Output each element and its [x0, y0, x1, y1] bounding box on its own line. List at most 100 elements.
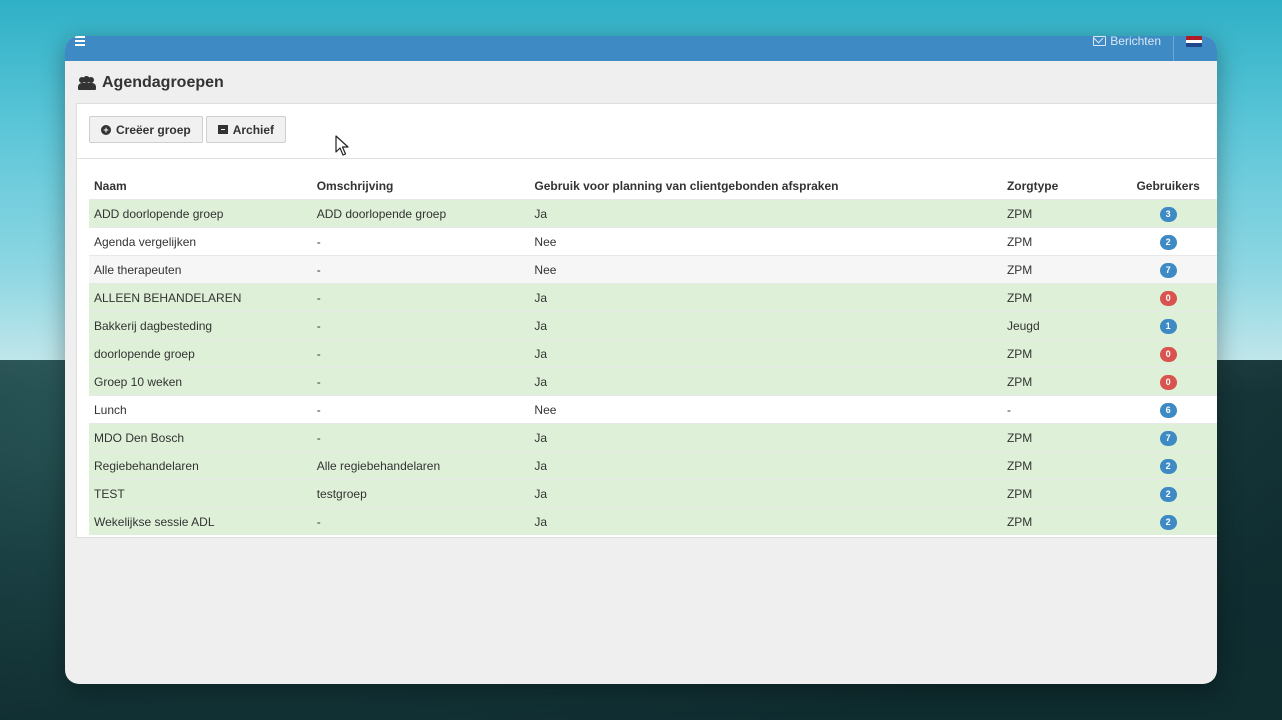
cell-gebruik: Ja	[529, 199, 1002, 228]
cell-omschrijving: Alle regiebehandelaren	[311, 451, 530, 480]
top-navbar: Berichten	[65, 36, 1217, 61]
cell-zorgtype: ZPM	[1001, 283, 1119, 312]
flag-stripe-blue	[1186, 43, 1202, 47]
cell-omschrijving: -	[311, 311, 530, 340]
users-count-badge: 7	[1159, 262, 1177, 278]
cell-gebruik: Nee	[529, 255, 1002, 284]
cell-gebruikers: 7	[1118, 255, 1217, 284]
messages-link[interactable]: Berichten	[1093, 36, 1161, 48]
menu-icon[interactable]	[75, 36, 85, 46]
cell-naam: Alle therapeuten	[89, 255, 312, 284]
cell-omschrijving: -	[311, 423, 530, 452]
cell-gebruikers: 2	[1118, 479, 1217, 508]
cell-gebruikers: 0	[1118, 339, 1217, 368]
table-row[interactable]: doorlopende groep - Ja ZPM 0	[89, 339, 1217, 368]
plus-circle-icon: +	[101, 124, 111, 135]
cell-naam: ADD doorlopende groep	[89, 199, 312, 228]
cell-zorgtype: Jeugd	[1001, 311, 1119, 340]
column-header-zorgtype[interactable]: Zorgtype	[1002, 172, 1118, 200]
cell-zorgtype: ZPM	[1001, 339, 1119, 368]
cell-gebruik: Ja	[529, 479, 1002, 508]
cell-gebruik: Ja	[529, 311, 1002, 340]
cell-naam: Groep 10 weken	[89, 367, 312, 396]
cell-naam: ALLEEN BEHANDELAREN	[89, 283, 312, 312]
users-count-badge: 3	[1159, 206, 1177, 222]
cell-omschrijving: testgroep	[311, 479, 530, 508]
page-title-text: Agendagroepen	[102, 74, 224, 91]
table-row[interactable]: Groep 10 weken - Ja ZPM 0	[89, 367, 1217, 396]
cell-gebruik: Ja	[529, 283, 1002, 312]
cell-gebruikers: 6	[1118, 395, 1217, 424]
table-header-row: Naam Omschrijving Gebruik voor planning …	[89, 172, 1217, 200]
toolbar-divider	[77, 158, 1217, 159]
create-group-label: Creëer groep	[116, 122, 191, 137]
column-header-gebruikers[interactable]: Gebruikers	[1118, 172, 1217, 200]
cell-zorgtype: ZPM	[1001, 367, 1119, 396]
cell-gebruikers: 0	[1118, 367, 1217, 396]
table-row[interactable]: Agenda vergelijken - Nee ZPM 2	[89, 227, 1217, 256]
cell-omschrijving: -	[311, 507, 530, 535]
envelope-icon	[1093, 36, 1107, 46]
language-flag-icon[interactable]	[1186, 36, 1202, 47]
cell-gebruikers: 1	[1118, 311, 1217, 340]
users-count-badge: 0	[1159, 290, 1177, 306]
column-header-gebruik[interactable]: Gebruik voor planning van clientgebonden…	[529, 172, 1002, 200]
cell-zorgtype: ZPM	[1001, 423, 1119, 452]
cell-omschrijving: -	[311, 367, 530, 396]
table-row[interactable]: Alle therapeuten - Nee ZPM 7	[89, 255, 1217, 284]
cell-gebruik: Ja	[529, 367, 1002, 396]
groups-table: Naam Omschrijving Gebruik voor planning …	[89, 172, 1217, 535]
cell-naam: MDO Den Bosch	[89, 423, 312, 452]
table-row[interactable]: ALLEEN BEHANDELAREN - Ja ZPM 0	[89, 283, 1217, 312]
cell-gebruik: Ja	[529, 339, 1002, 368]
toolbar: + Creëer groep Archief	[89, 116, 287, 143]
groups-panel: + Creëer groep Archief Naam Omschrijving…	[76, 103, 1217, 538]
cell-zorgtype: ZPM	[1001, 451, 1119, 480]
cell-zorgtype: ZPM	[1001, 227, 1119, 256]
cell-gebruikers: 2	[1118, 507, 1217, 535]
users-count-badge: 1	[1159, 318, 1177, 334]
users-count-badge: 0	[1159, 346, 1177, 362]
archive-label: Archief	[232, 122, 275, 137]
cell-gebruik: Nee	[529, 227, 1002, 256]
cell-naam: Lunch	[89, 395, 312, 424]
create-group-button[interactable]: + Creëer groep	[89, 116, 203, 143]
cell-omschrijving: -	[311, 283, 530, 312]
cell-gebruik: Ja	[529, 451, 1002, 480]
archive-icon	[217, 125, 228, 134]
cell-gebruikers: 7	[1118, 423, 1217, 452]
app-window: Berichten Agendagroepen + Creëer groep A…	[65, 36, 1217, 684]
table-row[interactable]: ADD doorlopende groep ADD doorlopende gro…	[89, 199, 1217, 228]
cell-gebruikers: 2	[1118, 451, 1217, 480]
cell-naam: Wekelijkse sessie ADL	[89, 507, 312, 535]
navbar-divider	[1173, 36, 1174, 61]
cell-naam: Regiebehandelaren	[89, 451, 312, 480]
cell-gebruik: Nee	[529, 395, 1002, 424]
cell-zorgtype: -	[1001, 395, 1119, 424]
archive-button[interactable]: Archief	[205, 116, 287, 143]
cell-omschrijving: -	[311, 227, 530, 256]
messages-label: Berichten	[1110, 36, 1161, 48]
cell-gebruikers: 3	[1118, 199, 1217, 228]
cell-omschrijving: ADD doorlopende groep	[311, 199, 530, 228]
users-count-badge: 6	[1159, 402, 1177, 418]
cell-gebruikers: 0	[1118, 283, 1217, 312]
table-row[interactable]: Bakkerij dagbesteding - Ja Jeugd 1	[89, 311, 1217, 340]
table-row[interactable]: Wekelijkse sessie ADL - Ja ZPM 2	[89, 507, 1217, 535]
cell-zorgtype: ZPM	[1001, 507, 1119, 535]
cell-omschrijving: -	[311, 395, 530, 424]
users-count-badge: 2	[1159, 486, 1177, 502]
users-count-badge: 0	[1159, 374, 1177, 390]
cell-naam: TEST	[89, 479, 312, 508]
cell-omschrijving: -	[311, 339, 530, 368]
column-header-omschrijving[interactable]: Omschrijving	[312, 172, 530, 200]
cell-zorgtype: ZPM	[1001, 255, 1119, 284]
table-row[interactable]: TEST testgroep Ja ZPM 2	[89, 479, 1217, 508]
cell-omschrijving: -	[311, 255, 530, 284]
table-row[interactable]: Regiebehandelaren Alle regiebehandelaren J…	[89, 451, 1217, 480]
table-row[interactable]: MDO Den Bosch - Ja ZPM 7	[89, 423, 1217, 452]
cell-zorgtype: ZPM	[1001, 479, 1119, 508]
column-header-naam[interactable]: Naam	[89, 172, 312, 200]
table-row[interactable]: Lunch - Nee -6	[89, 395, 1217, 424]
users-count-badge: 2	[1159, 514, 1177, 530]
